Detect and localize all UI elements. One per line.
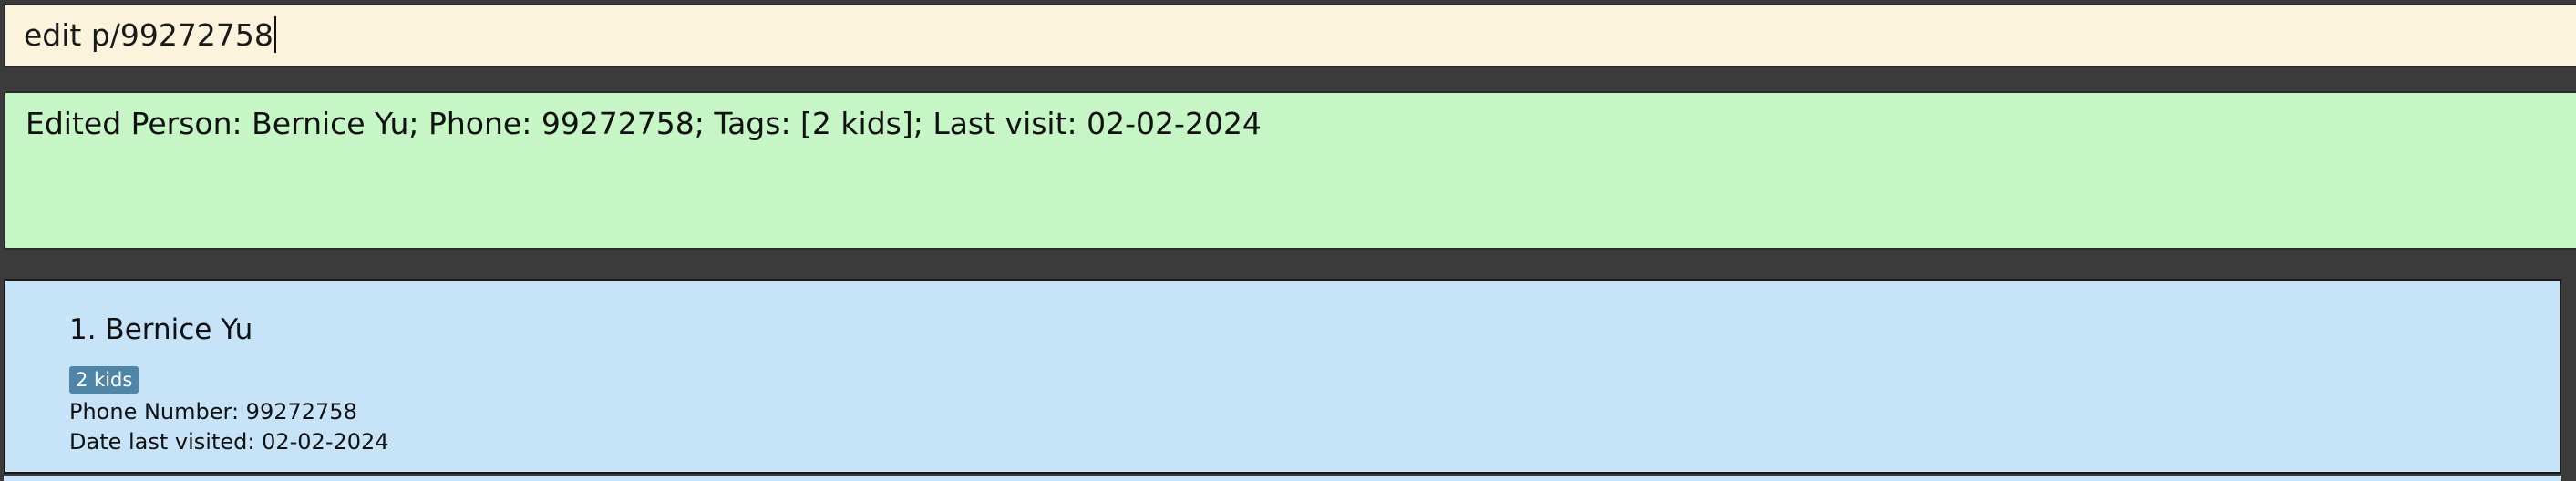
text-caret (273, 15, 276, 53)
person-name: 1. Bernice Yu (69, 313, 253, 346)
command-input[interactable]: edit p/99272758 (24, 5, 276, 66)
tag-badge: 2 kids (69, 366, 139, 394)
app-window: edit p/99272758 Edited Person: Bernice Y… (0, 0, 2576, 481)
result-message: Edited Person: Bernice Yu; Phone: 992727… (26, 106, 1262, 141)
person-list-panel: 1. Bernice Yu 2 kids Phone Number: 99272… (0, 264, 2576, 481)
next-card-edge (4, 476, 2561, 481)
person-card[interactable]: 1. Bernice Yu 2 kids Phone Number: 99272… (4, 279, 2561, 474)
command-input-text: edit p/99272758 (24, 17, 273, 53)
person-phone: Phone Number: 99272758 (69, 399, 357, 425)
person-last-visit: Date last visited: 02-02-2024 (69, 429, 389, 455)
result-display: Edited Person: Bernice Yu; Phone: 992727… (4, 91, 2576, 250)
command-box[interactable]: edit p/99272758 (4, 4, 2576, 67)
